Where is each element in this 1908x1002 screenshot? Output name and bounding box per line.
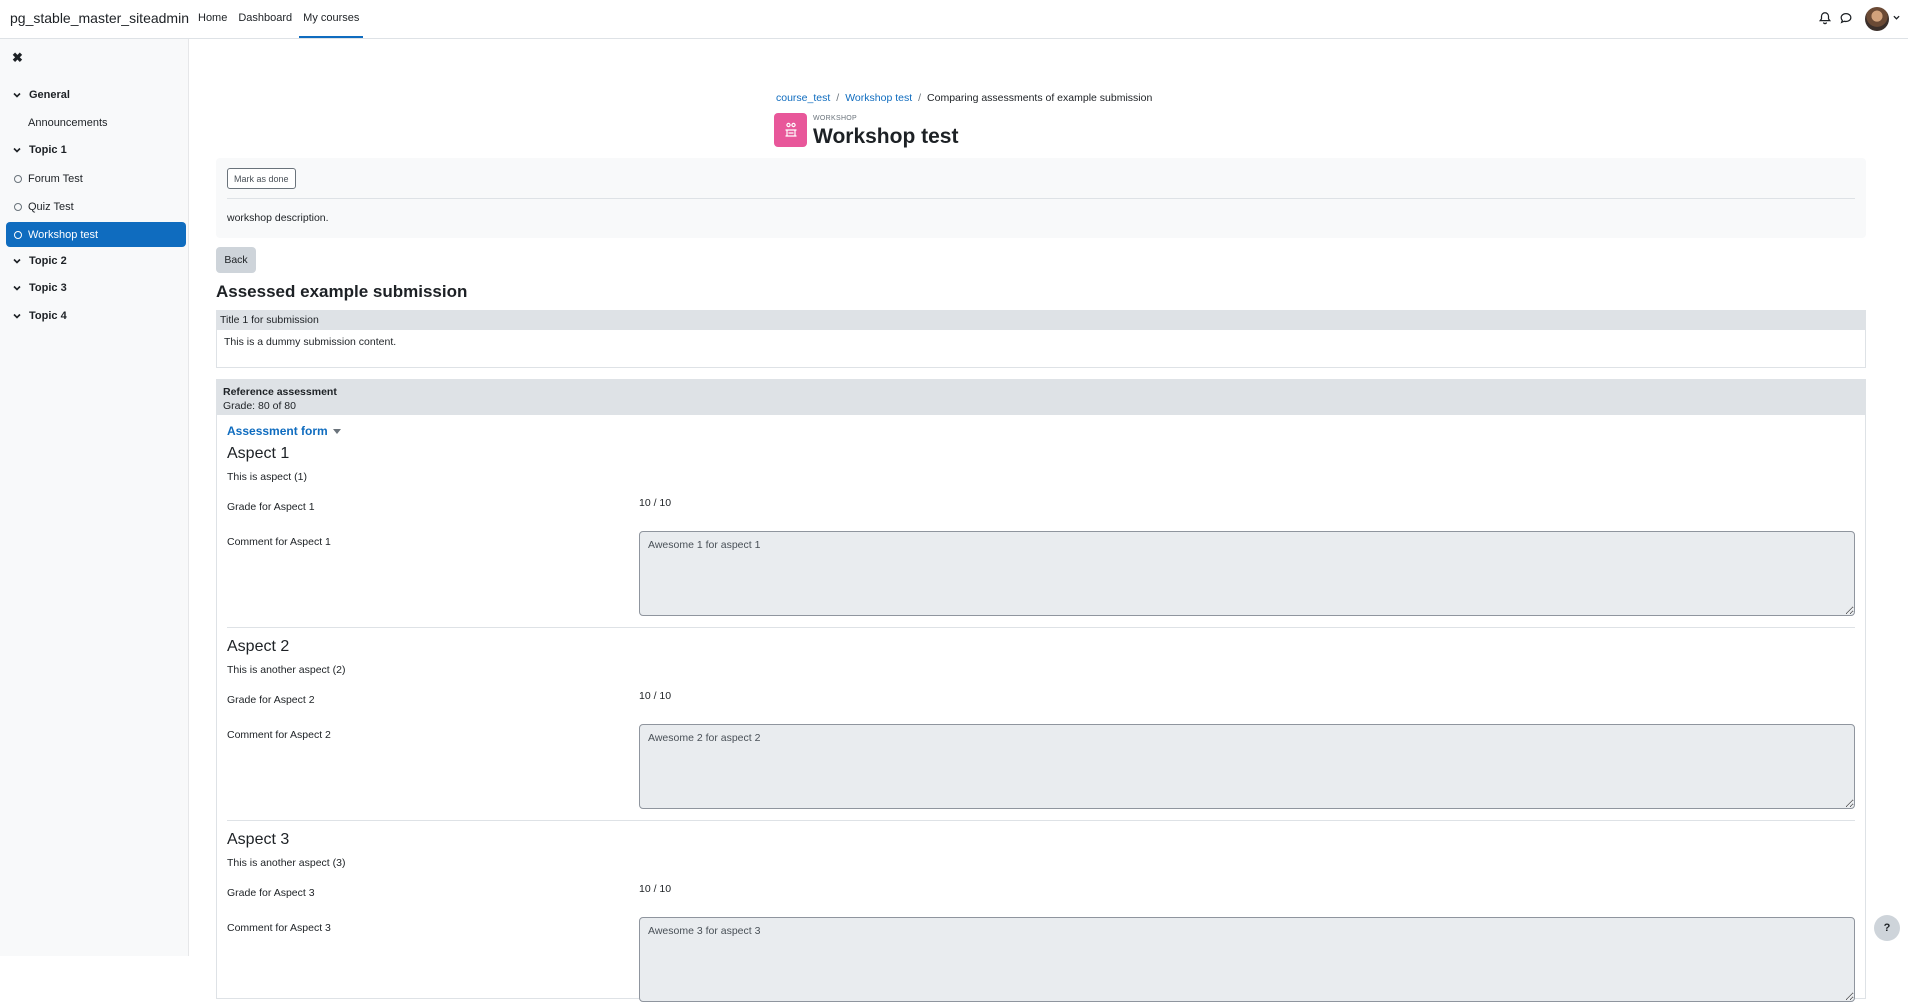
course-item-workshop-test[interactable]: Workshop test xyxy=(6,222,186,247)
top-navbar: pg_stable_master_siteadmin Home Dashboar… xyxy=(0,0,1908,39)
grade-value: 10 / 10 xyxy=(639,690,672,702)
breadcrumb: course_test / Workshop test / Comparing … xyxy=(776,92,1152,104)
comment-textarea[interactable]: Awesome 1 for aspect 1 xyxy=(639,531,1855,616)
mark-as-done-button[interactable]: Mark as done xyxy=(227,168,296,189)
grade-label: Grade for Aspect 1 xyxy=(227,501,315,513)
course-item-label: Quiz Test xyxy=(28,200,74,213)
aspect-description: This is aspect (1) xyxy=(227,471,307,483)
breadcrumb-current: Comparing assessments of example submiss… xyxy=(927,92,1153,104)
section-general[interactable]: General xyxy=(12,89,70,101)
course-item-label: Workshop test xyxy=(28,228,99,241)
comment-textarea[interactable]: Awesome 3 for aspect 3 xyxy=(639,917,1855,1002)
section-label: Topic 4 xyxy=(29,310,67,322)
course-index-drawer: ✖ General Announcements Topic 1 Forum Te… xyxy=(0,39,189,956)
section-label: General xyxy=(29,89,70,101)
breadcrumb-workshop[interactable]: Workshop test xyxy=(845,92,912,104)
section-topic-2[interactable]: Topic 2 xyxy=(12,255,67,267)
course-item-quiz-test[interactable]: Quiz Test xyxy=(6,194,186,219)
aspect-title: Aspect 2 xyxy=(227,638,290,655)
assessment-form-toggle[interactable]: Assessment form xyxy=(227,424,341,438)
nav-home[interactable]: Home xyxy=(194,0,231,38)
help-button[interactable]: ? xyxy=(1874,915,1900,941)
section-topic-3[interactable]: Topic 3 xyxy=(12,282,67,294)
course-item-announcements[interactable]: Announcements xyxy=(6,110,186,135)
comment-textarea[interactable]: Awesome 2 for aspect 2 xyxy=(639,724,1855,809)
assessment-header: Reference assessment Grade: 80 of 80 xyxy=(217,380,1865,415)
assessment-form-label: Assessment form xyxy=(227,424,328,438)
grade-value: 10 / 10 xyxy=(639,883,672,895)
grade-label: Grade for Aspect 3 xyxy=(227,887,315,899)
completion-circle-icon xyxy=(14,202,22,211)
section-label: Topic 2 xyxy=(29,255,67,267)
breadcrumb-course[interactable]: course_test xyxy=(776,92,830,104)
site-name[interactable]: pg_stable_master_siteadmin xyxy=(10,10,189,26)
chevron-down-icon xyxy=(13,285,21,291)
course-item-label: Forum Test xyxy=(28,172,83,185)
course-item-label: Announcements xyxy=(28,116,108,129)
completion-circle-icon xyxy=(14,230,22,239)
reference-assessment: Reference assessment Grade: 80 of 80 Ass… xyxy=(216,379,1866,1002)
section-label: Topic 1 xyxy=(29,144,67,156)
bell-icon[interactable] xyxy=(1818,11,1832,25)
chevron-down-icon xyxy=(13,92,21,98)
submission-title: Title 1 for submission xyxy=(217,311,1865,330)
section-heading: Assessed example submission xyxy=(216,282,468,301)
aspect-description: This is another aspect (2) xyxy=(227,664,346,676)
course-item-forum-test[interactable]: Forum Test xyxy=(6,166,186,191)
assessment-title: Reference assessment xyxy=(223,386,337,398)
workshop-icon xyxy=(774,113,807,147)
divider xyxy=(227,198,1855,199)
nav-my-courses[interactable]: My courses xyxy=(299,0,364,38)
divider xyxy=(227,627,1855,628)
chevron-down-icon xyxy=(13,258,21,264)
breadcrumb-separator: / xyxy=(836,92,840,104)
divider xyxy=(227,820,1855,821)
section-topic-4[interactable]: Topic 4 xyxy=(12,310,67,322)
page-title: Workshop test xyxy=(813,125,959,148)
aspect-description: This is another aspect (3) xyxy=(227,857,346,869)
assessment-grade: Grade: 80 of 80 xyxy=(223,400,296,412)
activity-description: workshop description. xyxy=(227,212,329,224)
workshop-glyph-icon xyxy=(785,122,796,137)
comment-label: Comment for Aspect 1 xyxy=(227,536,331,548)
aspect-title: Aspect 3 xyxy=(227,831,290,848)
grade-value: 10 / 10 xyxy=(639,497,672,509)
aspect-title: Aspect 1 xyxy=(227,445,290,462)
completion-circle-icon xyxy=(14,174,22,183)
chevron-down-icon xyxy=(13,147,21,153)
caret-down-icon xyxy=(332,428,341,434)
comment-label: Comment for Aspect 2 xyxy=(227,729,331,741)
section-topic-1[interactable]: Topic 1 xyxy=(12,144,67,156)
avatar[interactable] xyxy=(1865,7,1889,31)
back-button[interactable]: Back xyxy=(216,247,256,273)
activity-kind: WORKSHOP xyxy=(813,115,858,122)
primary-navigation: Home Dashboard My courses xyxy=(194,0,366,38)
chevron-down-icon xyxy=(13,313,21,319)
breadcrumb-separator: / xyxy=(918,92,922,104)
grade-label: Grade for Aspect 2 xyxy=(227,694,315,706)
submission-content: This is a dummy submission content. xyxy=(224,336,397,348)
chat-bubble-icon[interactable] xyxy=(1839,11,1853,25)
example-submission: Title 1 for submission This is a dummy s… xyxy=(216,310,1866,368)
chevron-down-icon[interactable] xyxy=(1893,15,1900,20)
section-label: Topic 3 xyxy=(29,282,67,294)
activity-header: Mark as done workshop description. xyxy=(216,158,1866,238)
nav-dashboard[interactable]: Dashboard xyxy=(234,0,296,38)
comment-label: Comment for Aspect 3 xyxy=(227,922,331,934)
close-icon[interactable]: ✖ xyxy=(12,50,23,66)
